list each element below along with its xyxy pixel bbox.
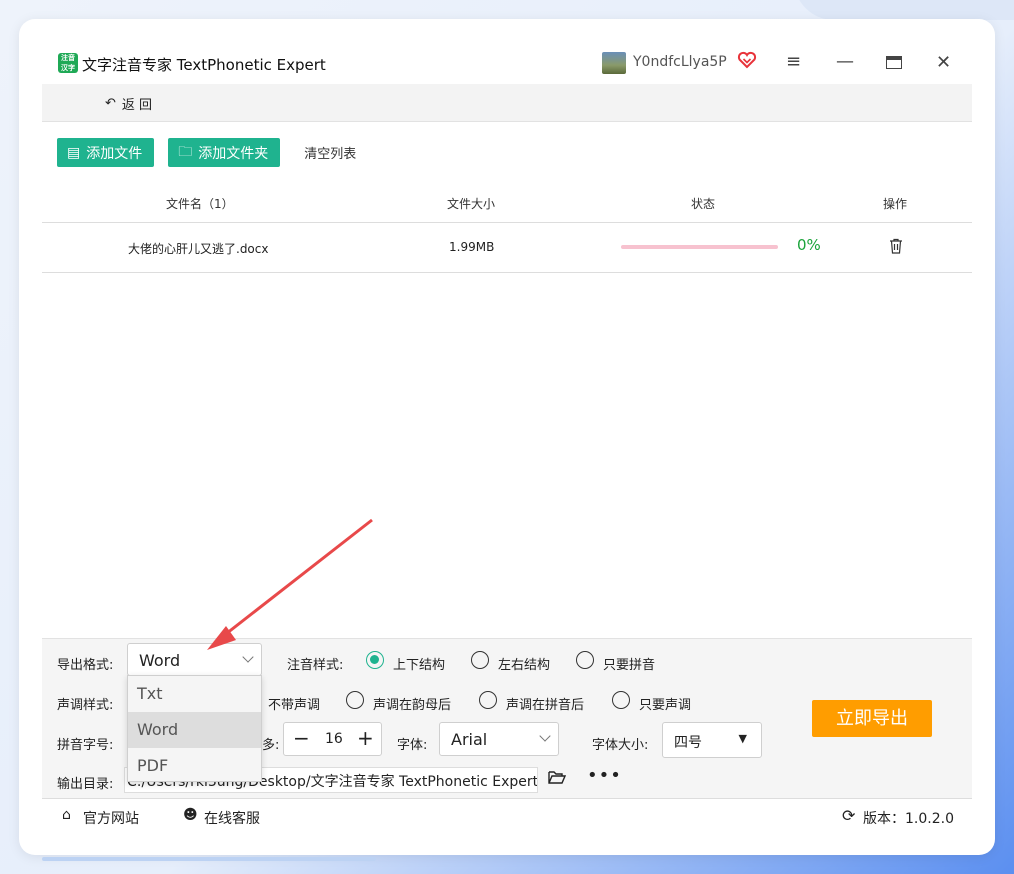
chevron-down-icon [539, 730, 551, 742]
add-folder-button[interactable]: 🗀 添加文件夹 [168, 138, 281, 167]
back-button[interactable]: ↶ 返 回 [105, 94, 152, 113]
radio-tone-after-pinyin-label: 声调在拼音后 [506, 698, 585, 713]
row-size: 1.99MB [449, 240, 495, 254]
table-row[interactable]: 大佬的心肝儿又逃了.docx 1.99MB 0% [42, 223, 972, 273]
clear-list-button[interactable]: 清空列表 [304, 143, 356, 162]
add-folder-label: 添加文件夹 [198, 145, 269, 162]
tone-style-label: 声调样式: [57, 698, 114, 713]
radio-pinyin-only-label: 只要拼音 [603, 658, 656, 673]
toolbar: ▤ 添加文件 🗀 添加文件夹 清空列表 [57, 138, 356, 167]
radio-tone-after-final-label: 声调在韵母后 [373, 698, 452, 713]
radio-tone-only-label: 只要声调 [639, 698, 692, 713]
format-option-txt[interactable]: Txt [128, 676, 261, 712]
file-list-icon: ▤ [67, 144, 81, 161]
increase-button[interactable]: + [357, 726, 374, 750]
refresh-icon[interactable]: ⟳ [842, 806, 855, 825]
horizontal-scrollbar[interactable] [42, 857, 376, 861]
radio-left-right[interactable] [471, 651, 489, 669]
font-label: 字体: [397, 738, 428, 753]
avatar[interactable] [602, 52, 626, 74]
back-label: 返 回 [121, 98, 153, 113]
folder-open-icon[interactable] [548, 770, 566, 784]
export-format-dropdown: Txt Word PDF [127, 675, 262, 782]
radio-top-bottom-label: 上下结构 [393, 658, 446, 673]
progress-bar [621, 245, 778, 249]
online-support-link[interactable]: 在线客服 [204, 808, 260, 828]
radio-tone-only[interactable] [612, 691, 630, 709]
add-file-label: 添加文件 [86, 145, 143, 162]
radio-pinyin-only[interactable] [576, 651, 594, 669]
format-option-word[interactable]: Word [128, 712, 261, 748]
maximize-icon[interactable] [886, 56, 902, 69]
font-value: Arial [451, 730, 488, 749]
header-status: 状态 [691, 197, 716, 211]
back-bar: ↶ 返 回 [42, 84, 972, 122]
caret-down-icon: ▼ [738, 732, 747, 745]
radio-top-bottom[interactable] [366, 651, 384, 669]
header-action: 操作 [883, 197, 908, 211]
back-arrow-icon: ↶ [105, 96, 116, 111]
table-header: 文件名（1） 文件大小 状态 操作 [42, 182, 972, 223]
trash-icon[interactable] [889, 238, 903, 254]
official-website-link[interactable]: 官方网站 [83, 808, 139, 828]
home-icon[interactable]: ⌂ [62, 807, 71, 823]
vip-heart-icon[interactable] [737, 50, 757, 70]
radio-left-right-label: 左右结构 [498, 658, 551, 673]
progress-percent: 0% [797, 236, 821, 254]
format-option-pdf[interactable]: PDF [128, 748, 261, 784]
font-size-label: 字体大小: [592, 738, 649, 753]
export-format-label: 导出格式: [57, 658, 114, 673]
export-now-button[interactable]: 立即导出 [812, 700, 932, 737]
header-filename: 文件名（1） [166, 197, 234, 211]
output-dir-label: 输出目录: [57, 777, 114, 792]
support-icon[interactable]: ☻ [183, 807, 198, 823]
font-select[interactable]: Arial [439, 722, 559, 756]
font-size-select[interactable]: 四号 ▼ [662, 722, 762, 758]
pinyin-size-label: 拼音字号: [57, 738, 114, 753]
pinyin-size-suffix: 多: [262, 738, 280, 753]
username[interactable]: Y0ndfcLlya5P [633, 54, 727, 70]
chevron-down-icon [242, 651, 254, 663]
version-label: 版本：1.0.2.0 [863, 811, 954, 827]
close-icon[interactable]: ✕ [936, 52, 951, 73]
title-bar: 注音 汉字 文字注音专家 TextPhonetic Expert Y0ndfcLl… [42, 42, 972, 84]
footer: ⌂ 官方网站 ☻ 在线客服 ⟳ 版本：1.0.2.0 [42, 798, 972, 832]
radio-no-tone-label: 不带声调 [268, 698, 321, 713]
pinyin-size-value[interactable]: 16 [325, 731, 343, 747]
background-decoration [794, 0, 1014, 20]
radio-tone-after-final[interactable] [346, 691, 364, 709]
folder-plus-icon: 🗀 [178, 143, 193, 160]
app-logo-icon: 注音 汉字 [58, 53, 78, 73]
header-size: 文件大小 [447, 197, 496, 211]
minimize-icon[interactable]: — [836, 53, 854, 71]
font-size-value: 四号 [674, 735, 702, 751]
phonetic-style-label: 注音样式: [287, 658, 344, 673]
radio-tone-after-pinyin[interactable] [479, 691, 497, 709]
add-file-button[interactable]: ▤ 添加文件 [57, 138, 155, 167]
export-format-select[interactable]: Word [127, 643, 262, 676]
export-format-value: Word [139, 651, 181, 670]
menu-icon[interactable]: ≡ [786, 53, 802, 71]
app-title: 文字注音专家 TextPhonetic Expert [82, 56, 326, 74]
row-filename: 大佬的心肝儿又逃了.docx [128, 242, 269, 256]
decrease-button[interactable]: − [293, 726, 310, 750]
more-icon[interactable]: ••• [587, 765, 622, 786]
pinyin-size-stepper: − 16 + [283, 722, 382, 756]
